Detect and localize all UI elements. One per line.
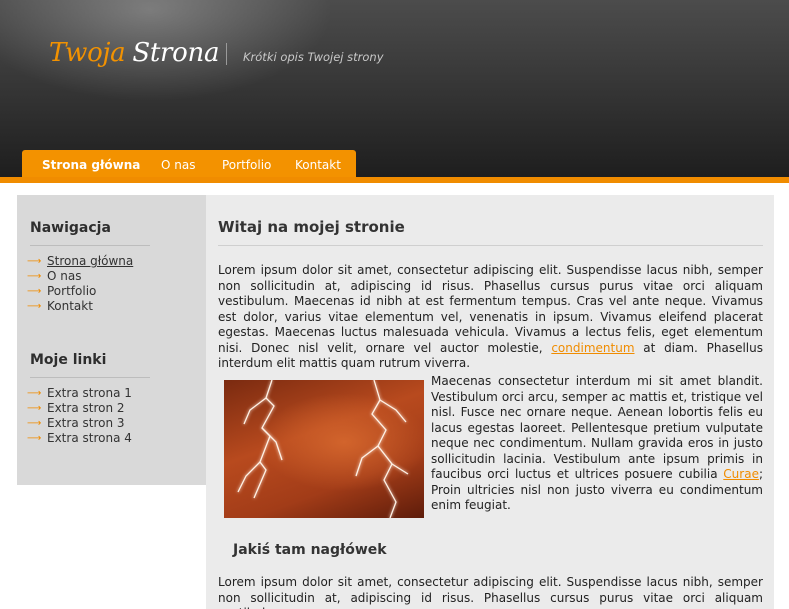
paragraph-1-wrap: Maecenas consectetur interdum mi sit ame… — [431, 374, 763, 514]
sidebar-item-home[interactable]: ⟶ Strona główna — [27, 254, 133, 269]
sidebar-item-about[interactable]: ⟶ O nas — [27, 269, 133, 284]
main-content: Witaj na mojej stronie Lorem ipsum dolor… — [206, 195, 774, 609]
sidebar-link-label[interactable]: Extra stron 2 — [47, 401, 125, 415]
sidebar-link-4[interactable]: ⟶ Extra strona 4 — [27, 431, 132, 446]
sidebar-item-label[interactable]: Kontakt — [47, 299, 93, 313]
sidebar-link-label[interactable]: Extra strona 4 — [47, 431, 132, 445]
link-condimentum[interactable]: condimentum — [551, 341, 634, 355]
sidebar-nav-heading: Nawigacja — [30, 220, 111, 236]
sidebar-item-label[interactable]: O nas — [47, 269, 81, 283]
paragraph-2: Lorem ipsum dolor sit amet, consectetur … — [218, 575, 763, 609]
arrow-right-icon: ⟶ — [27, 403, 41, 414]
lightning-storm-image — [224, 380, 424, 518]
sidebar-nav-list: ⟶ Strona główna ⟶ O nas ⟶ Portfolio ⟶ Kontak… — [27, 254, 133, 314]
sidebar-item-portfolio[interactable]: ⟶ Portfolio — [27, 284, 133, 299]
paragraph-1-top: Lorem ipsum dolor sit amet, consectetur … — [218, 263, 763, 372]
sidebar-link-label[interactable]: Extra strona 1 — [47, 386, 132, 400]
nav-item-contact[interactable]: Kontakt — [295, 150, 341, 178]
sidebar-link-1[interactable]: ⟶ Extra strona 1 — [27, 386, 132, 401]
sidebar-link-3[interactable]: ⟶ Extra stron 3 — [27, 416, 132, 431]
logo-divider — [226, 43, 227, 65]
arrow-right-icon: ⟶ — [27, 301, 41, 312]
site-header: Twoja Strona Krótki opis Twojej strony St… — [0, 0, 789, 178]
arrow-right-icon: ⟶ — [27, 388, 41, 399]
sidebar-item-label[interactable]: Strona główna — [47, 254, 133, 268]
arrow-right-icon: ⟶ — [27, 256, 41, 267]
main-nav: Strona główna O nas Portfolio Kontakt — [22, 150, 356, 178]
paragraph-text: Maecenas consectetur interdum mi sit ame… — [431, 374, 763, 481]
sidebar-item-label[interactable]: Portfolio — [47, 284, 96, 298]
logo-word-strona: Strona — [132, 38, 220, 68]
sidebar-divider — [30, 377, 150, 378]
sidebar-link-label[interactable]: Extra stron 3 — [47, 416, 125, 430]
sidebar-links-list: ⟶ Extra strona 1 ⟶ Extra stron 2 ⟶ Extra st… — [27, 386, 132, 446]
nav-item-about[interactable]: O nas — [161, 150, 195, 178]
section-heading: Jakiś tam nagłówek — [233, 542, 387, 558]
arrow-right-icon: ⟶ — [27, 286, 41, 297]
sidebar-links-heading: Moje linki — [30, 352, 107, 368]
page-title: Witaj na mojej stronie — [218, 218, 405, 236]
site-logo[interactable]: Twoja Strona — [49, 38, 219, 68]
nav-item-home[interactable]: Strona główna — [42, 150, 140, 178]
link-curae[interactable]: Curae — [723, 467, 759, 481]
header-accent-bar — [0, 177, 789, 183]
sidebar-item-contact[interactable]: ⟶ Kontakt — [27, 299, 133, 314]
sidebar-divider — [30, 245, 150, 246]
arrow-right-icon: ⟶ — [27, 271, 41, 282]
arrow-right-icon: ⟶ — [27, 418, 41, 429]
sidebar-link-2[interactable]: ⟶ Extra stron 2 — [27, 401, 132, 416]
logo-word-twoja: Twoja — [49, 38, 126, 68]
nav-item-portfolio[interactable]: Portfolio — [222, 150, 271, 178]
lightning-bolts — [237, 380, 409, 518]
arrow-right-icon: ⟶ — [27, 433, 41, 444]
title-divider — [218, 245, 763, 246]
sidebar: Nawigacja ⟶ Strona główna ⟶ O nas ⟶ Portfol… — [17, 195, 206, 485]
site-tagline: Krótki opis Twojej strony — [243, 50, 384, 64]
